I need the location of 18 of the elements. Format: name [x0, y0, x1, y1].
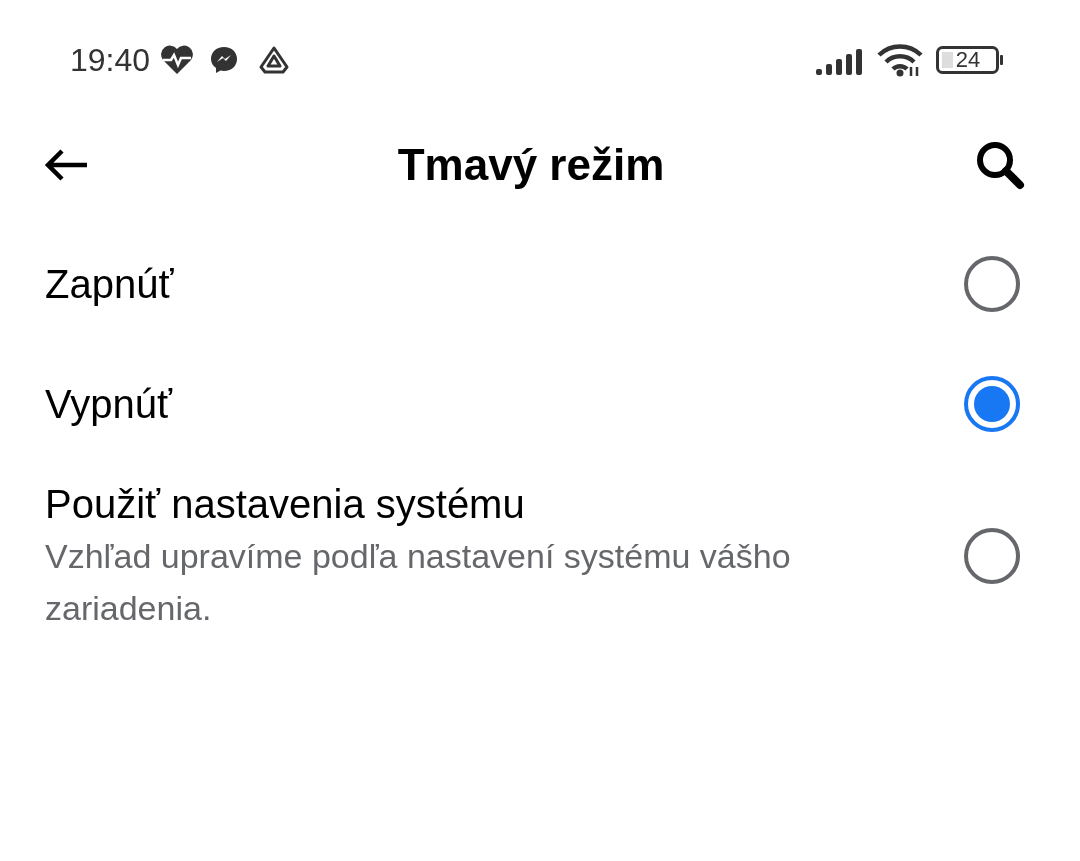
option-row[interactable]: Vypnúť — [0, 344, 1080, 464]
back-arrow-icon — [43, 148, 89, 182]
radio-button[interactable] — [964, 256, 1020, 312]
option-label: Vypnúť — [45, 381, 172, 428]
option-label: Použiť nastavenia systému — [45, 481, 526, 528]
triangle-icon — [258, 45, 291, 75]
radio-button[interactable] — [964, 528, 1020, 584]
page-title: Tmavý režim — [397, 139, 665, 191]
option-description: Vzhľad upravíme podľa nastavení systému vášho zariadenia. — [45, 536, 792, 629]
wifi-icon — [876, 43, 924, 77]
heart-pulse-icon — [160, 45, 195, 75]
battery-icon — [936, 46, 1004, 74]
radio-button[interactable] — [964, 376, 1020, 432]
battery-percent: 24 — [955, 49, 982, 71]
option-row[interactable]: Použiť nastavenia systému Vzhľad upravíme podľa nastavení systému vášho zariadenia. — [0, 464, 1080, 648]
option-row[interactable]: Zapnúť — [0, 224, 1080, 344]
status-time: 19:40 — [70, 41, 151, 80]
option-label: Zapnúť — [45, 261, 174, 308]
